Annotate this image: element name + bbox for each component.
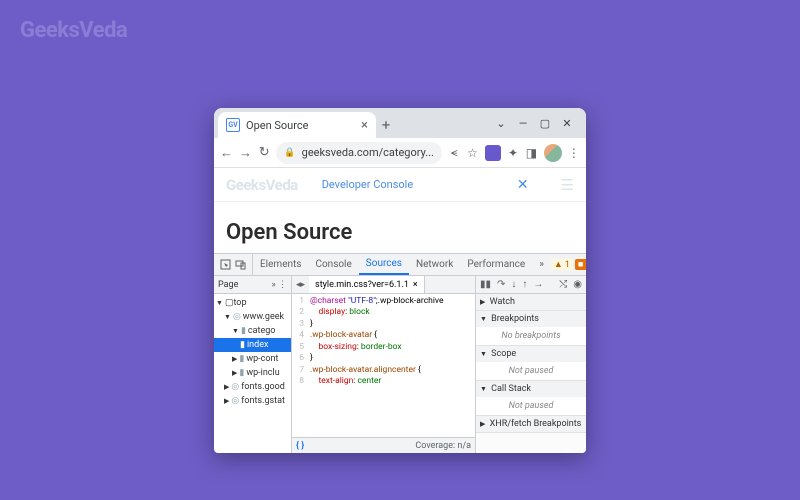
deactivate-breakpoints[interactable]: ⤭ [559,279,567,290]
debugger-pane: ▮▮ ↷ ↓ ↑ → ⤭ ◉ ▶ Watch ▼ Breakpoints No … [476,276,586,453]
page-content: GeeksVeda Developer Console ✕ ☰ Open Sou… [214,168,586,253]
tab-sources[interactable]: Sources [359,254,409,275]
open-file-tab[interactable]: style.min.css?ver=6.1.1× [309,276,425,293]
back-button[interactable]: ← [220,144,233,162]
step-out-button[interactable]: ↑ [522,279,527,290]
callstack-empty: Not paused [476,397,586,415]
extension-icon[interactable] [485,144,501,162]
tab-network[interactable]: Network [409,254,460,275]
breakpoints-empty: No breakpoints [476,327,586,345]
page-title: Open Source [226,220,574,245]
menu-button[interactable]: ⋮ [568,144,580,162]
tree-item-selected: ▮index [214,338,291,352]
page-brand: GeeksVeda [226,176,298,194]
tab-elements[interactable]: Elements [253,254,308,275]
new-tab-button[interactable]: + [376,116,396,138]
sources-navigator: Page » ⋮ ▼▢ top ▼◎www.geek ▼▮catego ▮ind… [214,276,292,453]
share-icon[interactable]: ⪪ [448,144,460,162]
close-tab-icon[interactable]: × [361,118,368,133]
step-button[interactable]: → [533,279,543,290]
code-view[interactable]: 1@charset "UTF-8";.wp-block-archive 2 di… [292,294,475,437]
warning-badge[interactable]: ▲ 1 [551,259,573,270]
devtools-tabbar: Elements Console Sources Network Perform… [214,254,586,276]
pause-exceptions[interactable]: ◉ [573,279,582,290]
close-file-icon[interactable]: × [413,280,418,290]
source-editor: ◂▸ style.min.css?ver=6.1.1× 1@charset "U… [292,276,476,453]
hamburger-icon[interactable]: ☰ [561,176,574,194]
close-window-button[interactable]: ✕ [558,114,576,132]
chrome-tabbar: GV Open Source × + ⌄ — ▢ ✕ [214,108,586,138]
pretty-print-button[interactable]: { } [296,441,304,451]
error-badge[interactable]: ■ 1 [575,259,586,270]
side-panel-icon[interactable]: ◨ [525,144,537,162]
navigator-overflow[interactable]: » ⋮ [272,280,287,290]
favicon: GV [226,118,240,132]
bookmark-icon[interactable]: ☆ [466,144,478,162]
extensions-button[interactable]: ✦ [507,144,519,162]
avatar[interactable] [544,144,562,162]
outer-brand: GeeksVeda [20,18,127,43]
lock-icon: 🔒 [284,148,295,158]
file-tab-nav[interactable]: ◂▸ [292,280,309,290]
pause-button[interactable]: ▮▮ [480,279,491,290]
coverage-label: Coverage: n/a [415,441,471,451]
scope-empty: Not paused [476,362,586,380]
tabs-overflow[interactable]: » [532,254,551,275]
step-over-button[interactable]: ↷ [497,279,505,290]
device-icon[interactable] [235,259,246,270]
page-header: GeeksVeda Developer Console ✕ ☰ [214,168,586,202]
section-callstack[interactable]: ▼ Call Stack [476,381,586,397]
file-tree[interactable]: ▼▢ top ▼◎www.geek ▼▮catego ▮index ▶▮wp-c… [214,294,291,453]
debugger-toolbar: ▮▮ ↷ ↓ ↑ → ⤭ ◉ [476,276,586,294]
browser-toolbar: ← → ↻ 🔒 geeksveda.com/category... ⪪ ☆ ✦ … [214,138,586,168]
forward-button[interactable]: → [239,144,252,162]
address-text: geeksveda.com/category... [302,146,434,159]
minimize-button[interactable]: — [514,114,532,132]
tab-performance[interactable]: Performance [460,254,532,275]
browser-window: GV Open Source × + ⌄ — ▢ ✕ ← → ↻ 🔒 geeks… [214,108,586,453]
section-xhr[interactable]: ▶ XHR/fetch Breakpoints [476,416,586,432]
page-close-icon[interactable]: ✕ [517,177,529,193]
maximize-button[interactable]: ▢ [536,114,554,132]
step-into-button[interactable]: ↓ [511,279,516,290]
navigator-tab[interactable]: Page [218,280,238,290]
chevron-down-icon[interactable]: ⌄ [492,114,510,132]
section-watch[interactable]: ▶ Watch [476,294,586,310]
tab-console[interactable]: Console [308,254,358,275]
nav-link[interactable]: Developer Console [322,178,413,191]
devtools: Elements Console Sources Network Perform… [214,253,586,453]
address-bar[interactable]: 🔒 geeksveda.com/category... [276,142,442,164]
section-breakpoints[interactable]: ▼ Breakpoints [476,311,586,327]
inspect-icon[interactable] [220,259,231,270]
reload-button[interactable]: ↻ [258,144,270,162]
tab-title: Open Source [246,119,355,132]
section-scope[interactable]: ▼ Scope [476,346,586,362]
browser-tab[interactable]: GV Open Source × [218,112,376,138]
